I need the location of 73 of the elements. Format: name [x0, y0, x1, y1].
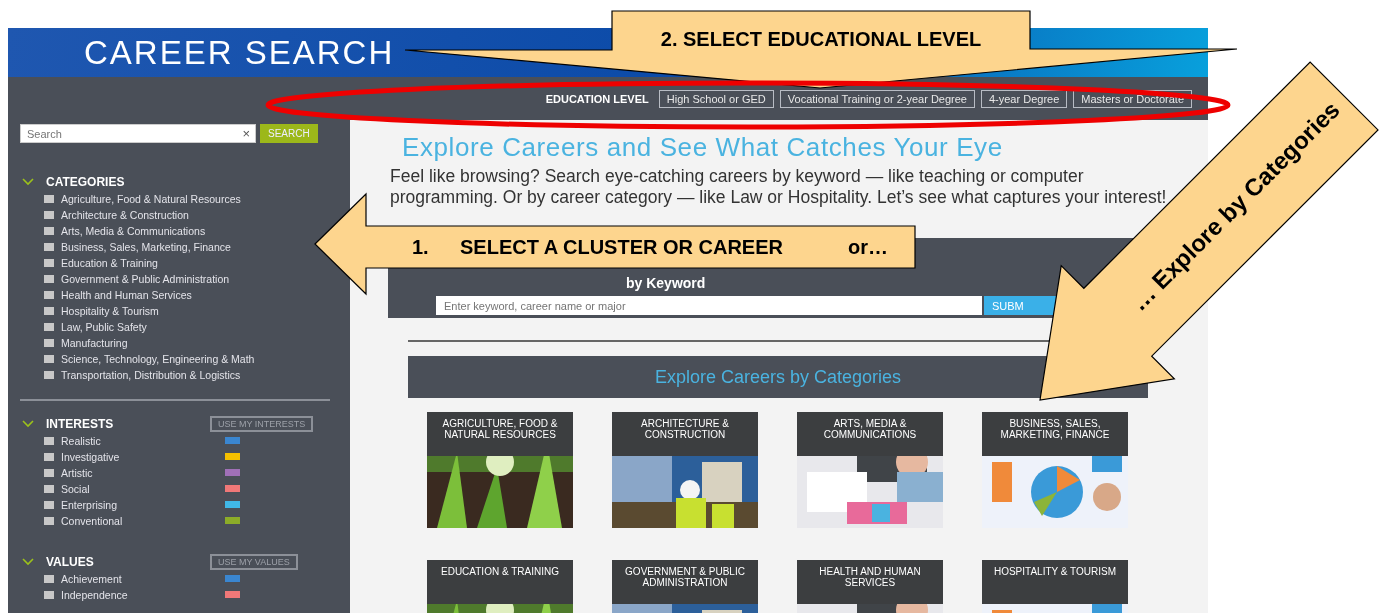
clear-button[interactable]: ×: [242, 126, 255, 141]
filter-label[interactable]: Social: [61, 481, 219, 495]
checkbox[interactable]: [44, 501, 54, 509]
education-label: EDUCATION LEVEL: [545, 92, 649, 105]
filter-label[interactable]: Investigative: [61, 449, 219, 463]
category-card[interactable]: AGRICULTURE, FOOD & NATURAL RESOURCES: [427, 412, 573, 528]
card-title: ARCHITECTURE & CONSTRUCTION: [640, 418, 730, 440]
checkbox[interactable]: [44, 195, 54, 203]
checkbox[interactable]: [44, 485, 54, 493]
checkbox[interactable]: [44, 469, 54, 477]
category-card[interactable]: ARTS, MEDIA & COMMUNICATIONS: [797, 412, 943, 528]
section-title: CATEGORIES: [46, 175, 126, 189]
checkbox[interactable]: [44, 323, 54, 331]
card-title: AGRICULTURE, FOOD & NATURAL RESOURCES: [441, 418, 559, 440]
site-logo[interactable]: CAREER SEARCH: [84, 36, 395, 69]
checkbox[interactable]: [44, 355, 54, 363]
checkbox[interactable]: [44, 591, 54, 599]
filter-label[interactable]: Independence: [61, 587, 219, 601]
filter-label[interactable]: Transportation, Distribution & Logistics: [61, 367, 289, 381]
filter-label[interactable]: Conventional: [61, 513, 219, 527]
education-tab[interactable]: High School or GED: [658, 89, 774, 108]
filter-label[interactable]: Law, Public Safety: [61, 319, 289, 333]
page-title: Explore Careers and See What Catches Your Eye: [402, 132, 1004, 162]
keyword-subtitle: by Keyword: [626, 276, 706, 290]
education-tab[interactable]: Vocational Training or 2-year Degree: [779, 89, 975, 108]
filter-label[interactable]: Education & Training: [61, 255, 289, 269]
checkbox[interactable]: [44, 243, 54, 251]
checkbox[interactable]: [44, 227, 54, 235]
filter-label[interactable]: Health and Human Services: [61, 287, 289, 301]
checkbox[interactable]: [44, 575, 54, 583]
checkbox[interactable]: [44, 307, 54, 315]
keyword-field[interactable]: Enter keyword, career name or major: [436, 296, 982, 315]
card-title: EDUCATION & TRAINING: [440, 566, 560, 577]
category-card[interactable]: ARCHITECTURE & CONSTRUCTION: [612, 412, 758, 528]
filter-label[interactable]: Artistic: [61, 465, 219, 479]
checkbox[interactable]: [44, 259, 54, 267]
filter-label[interactable]: Realistic: [61, 433, 219, 447]
filter-label[interactable]: Science, Technology, Engineering & Math: [61, 351, 289, 365]
callout-text: or…: [848, 236, 888, 258]
section-title: VALUES: [46, 555, 95, 569]
filter-label[interactable]: Achievement: [61, 571, 219, 585]
chevron-icon[interactable]: [22, 558, 34, 566]
card-title: HEALTH AND HUMAN SERVICES: [818, 566, 922, 588]
card-title: ARTS, MEDIA & COMMUNICATIONS: [822, 418, 918, 440]
card-title: BUSINESS, SALES, MARKETING, FINANCE: [999, 418, 1111, 440]
filter-label[interactable]: Hospitality & Tourism: [61, 303, 289, 317]
checkbox[interactable]: [44, 211, 54, 219]
filter-label[interactable]: Architecture & Construction: [61, 207, 289, 221]
filter-label[interactable]: Agriculture, Food & Natural Resources: [61, 191, 289, 205]
card-title: GOVERNMENT & PUBLIC ADMINISTRATION: [624, 566, 746, 588]
search-field[interactable]: Search ×: [20, 124, 256, 143]
checkbox[interactable]: [44, 291, 54, 299]
checkbox[interactable]: [44, 339, 54, 347]
callout-text: SELECT A CLUSTER OR CAREER: [460, 236, 783, 258]
checkbox[interactable]: [44, 437, 54, 445]
section-title: INTERESTS: [46, 417, 115, 431]
filter-label[interactable]: Manufacturing: [61, 335, 289, 349]
callout-text: 2. SELECT EDUCATIONAL LEVEL: [660, 28, 982, 50]
checkbox[interactable]: [44, 453, 54, 461]
card-title: HOSPITALITY & TOURISM: [992, 566, 1118, 577]
education-tab[interactable]: 4-year Degree: [980, 89, 1068, 108]
checkbox[interactable]: [44, 275, 54, 283]
checkbox[interactable]: [44, 517, 54, 525]
chevron-icon[interactable]: [22, 420, 34, 428]
chevron-icon[interactable]: [22, 178, 34, 186]
filter-label[interactable]: Government & Public Administration: [61, 271, 289, 285]
checkbox[interactable]: [44, 371, 54, 379]
filter-label[interactable]: Business, Sales, Marketing, Finance: [61, 239, 289, 253]
category-card[interactable]: BUSINESS, SALES, MARKETING, FINANCE: [982, 412, 1128, 528]
callout-number: 1.: [412, 236, 429, 258]
intro-text: Feel like browsing? Search eye-catching careers by keyword — like teaching or computer programming. Or by career category — like Law or Hospitality. Let’s see what captures your interest!: [390, 166, 1168, 208]
filter-label[interactable]: Enterprising: [61, 497, 219, 511]
filter-label[interactable]: Arts, Media & Communications: [61, 223, 289, 237]
